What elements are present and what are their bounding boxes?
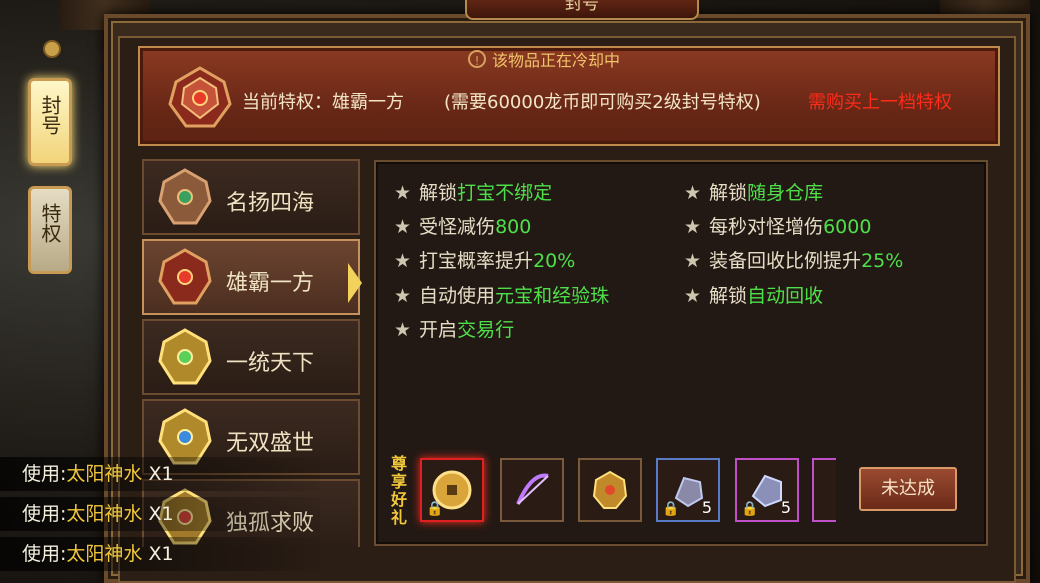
- window-title: 封号: [465, 0, 699, 20]
- reward-label: 尊享好礼: [390, 454, 407, 527]
- perk-line: ★ 开启交易行: [394, 319, 515, 341]
- reward-slot[interactable]: 🔒 5: [656, 458, 720, 522]
- star-icon: ★: [684, 285, 702, 307]
- title-item-selected[interactable]: 雄霸一方: [142, 239, 362, 315]
- cooldown-notice: ! 该物品正在冷却中: [468, 47, 620, 71]
- tab-privilege[interactable]: 特权: [28, 186, 72, 274]
- gold-helmet-icon: [158, 328, 212, 385]
- reward-slot[interactable]: [500, 458, 564, 522]
- tab-privilege-label: 特权: [38, 203, 62, 243]
- title-item-label: 一统天下: [226, 351, 315, 376]
- title-item-label: 名扬四海: [226, 191, 315, 216]
- lock-icon: 🔒: [741, 501, 759, 517]
- star-icon: ★: [394, 182, 412, 204]
- chat-line: 使用:太阳神水 X1: [0, 537, 320, 571]
- item-count: 5: [701, 498, 712, 517]
- selected-arrow-icon: [348, 263, 362, 303]
- title-item-label: 雄霸一方: [226, 271, 315, 296]
- reward-slot-partial[interactable]: [812, 458, 836, 522]
- lock-icon: 🔒: [662, 501, 680, 517]
- star-icon: ★: [684, 182, 702, 204]
- bronze-helmet-icon: [158, 168, 212, 225]
- perk-line: ★ 受怪减伤800: [394, 216, 532, 238]
- star-icon: ★: [394, 319, 412, 341]
- title-item[interactable]: 名扬四海: [142, 159, 360, 235]
- perk-line: ★ 打宝概率提升20%: [394, 250, 576, 272]
- chat-line: 使用:太阳神水 X1: [0, 457, 320, 491]
- purple-bow-icon: [516, 473, 549, 505]
- upgrade-hint: (需要60000龙币即可购买2级封号特权): [444, 92, 761, 113]
- reward-slot[interactable]: [578, 458, 642, 522]
- perk-line: ★ 解锁自动回收: [684, 285, 824, 307]
- star-icon: ★: [394, 216, 412, 238]
- cooldown-text: 该物品正在冷却中: [492, 51, 621, 70]
- helmet-emblem-icon: [168, 66, 232, 128]
- warning-icon: !: [468, 50, 486, 68]
- perk-line: ★ 自动使用元宝和经验珠: [394, 285, 610, 307]
- star-icon: ★: [684, 216, 702, 238]
- item-count: 5: [780, 498, 791, 517]
- need-previous-tier-text: 需购买上一档特权: [808, 92, 952, 113]
- star-icon: ★: [394, 250, 412, 272]
- golden-armor-icon: [592, 470, 628, 509]
- tab-title-label: 封号: [38, 95, 62, 135]
- title-item-label: 无双盛世: [226, 431, 315, 456]
- perk-line: ★ 解锁随身仓库: [684, 182, 824, 204]
- current-privilege-label: 当前特权：雄霸一方: [242, 92, 404, 113]
- title-item[interactable]: 一统天下: [142, 319, 360, 395]
- star-icon: ★: [394, 285, 412, 307]
- perk-line: ★ 每秒对怪增伤6000: [684, 216, 872, 238]
- not-achieved-button[interactable]: 未达成: [859, 467, 957, 511]
- perk-line: ★ 解锁打宝不绑定: [394, 182, 553, 204]
- reward-slot[interactable]: 🔒 5: [735, 458, 799, 522]
- chat-line: 使用:太阳神水 X1: [0, 497, 320, 531]
- lock-icon: 🔒: [426, 501, 444, 517]
- tab-title[interactable]: 封号: [28, 78, 72, 166]
- red-helmet-icon: [158, 248, 212, 305]
- reward-slot[interactable]: 🔒: [420, 458, 484, 522]
- tab-bead-ornament: [43, 40, 61, 58]
- perk-line: ★ 装备回收比例提升25%: [684, 250, 904, 272]
- star-icon: ★: [684, 250, 702, 272]
